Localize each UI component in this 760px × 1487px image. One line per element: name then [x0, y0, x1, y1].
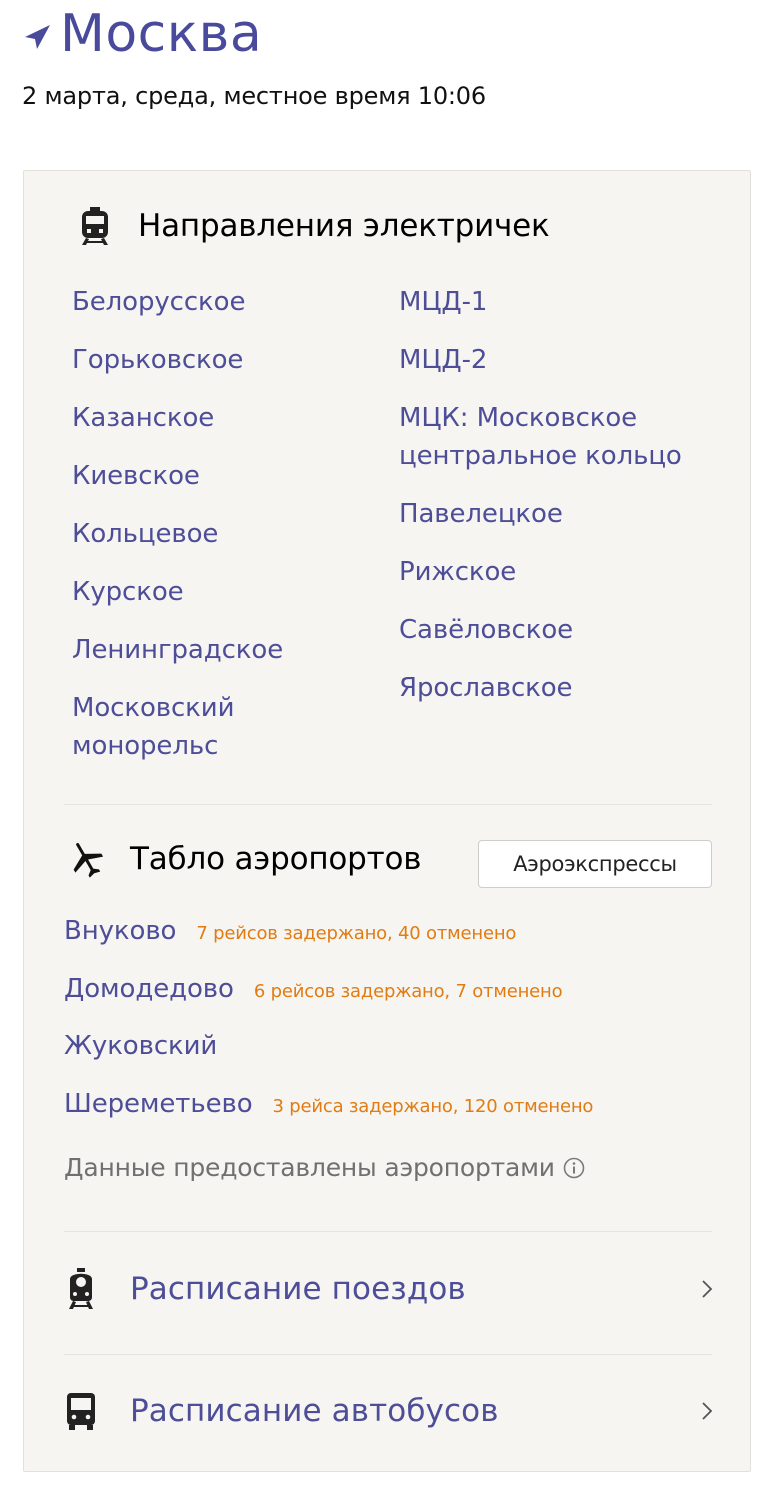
- airport-link-sheremetyevo[interactable]: Шереметьево: [64, 1089, 253, 1119]
- direction-link-leningradskoe[interactable]: Ленинградское: [72, 631, 283, 669]
- buses-schedule-link[interactable]: Расписание автобусов: [64, 1381, 714, 1441]
- direction-link-kurskoe[interactable]: Курское: [72, 573, 283, 611]
- airport-status-vnukovo: 7 рейсов задержано, 40 отменено: [196, 923, 517, 944]
- airports-header: Табло аэропортов: [66, 839, 422, 879]
- chevron-right-icon: [702, 1280, 713, 1298]
- direction-link-paveletskoe[interactable]: Павелецкое: [399, 495, 699, 533]
- directions-title: Направления электричек: [138, 208, 550, 244]
- directions-column-left: Белорусское Горьковское Казанское Киевск…: [72, 283, 283, 785]
- data-source-text: Данные предоставлены аэропортами: [64, 1153, 555, 1182]
- location-arrow-icon[interactable]: [22, 22, 52, 52]
- transport-card: Направления электричек Белорусское Горьк…: [23, 170, 751, 1472]
- airplane-icon: [73, 843, 104, 878]
- info-icon[interactable]: [563, 1157, 585, 1179]
- direction-link-yaroslavskoe[interactable]: Ярославское: [399, 669, 699, 707]
- airport-row: Жуковский: [64, 1031, 217, 1061]
- chevron-right-icon: [702, 1402, 713, 1420]
- buses-schedule-label: Расписание автобусов: [130, 1393, 499, 1429]
- bus-icon: [67, 1393, 95, 1430]
- airport-row: Шереметьево 3 рейса задержано, 120 отмен…: [64, 1089, 593, 1119]
- section-divider: [64, 1231, 712, 1232]
- data-source-note: Данные предоставлены аэропортами: [64, 1153, 585, 1182]
- train-icon: [69, 1268, 93, 1309]
- section-divider: [64, 804, 712, 805]
- trains-schedule-label: Расписание поездов: [130, 1271, 466, 1307]
- airport-link-domodedovo[interactable]: Домодедово: [64, 974, 234, 1004]
- directions-header: Направления электричек: [78, 206, 550, 246]
- airports-title: Табло аэропортов: [130, 841, 422, 877]
- airport-status-sheremetyevo: 3 рейса задержано, 120 отменено: [272, 1096, 594, 1117]
- city-header: Москва: [22, 4, 262, 64]
- aeroexpress-button[interactable]: Аэроэкспрессы: [478, 840, 712, 888]
- date-time-line: 2 марта, среда, местное время 10:06: [22, 82, 486, 110]
- direction-link-mcd1[interactable]: МЦД-1: [399, 283, 699, 321]
- direction-link-koltsevoe[interactable]: Кольцевое: [72, 515, 283, 553]
- trains-schedule-link[interactable]: Расписание поездов: [64, 1259, 714, 1319]
- direction-link-monorail[interactable]: Московский монорельс: [72, 689, 272, 765]
- airport-row: Внуково 7 рейсов задержано, 40 отменено: [64, 916, 516, 946]
- section-divider: [64, 1354, 712, 1355]
- directions-column-right: МЦД-1 МЦД-2 МЦК: Московское центральное …: [399, 283, 699, 727]
- airport-row: Домодедово 6 рейсов задержано, 7 отменен…: [64, 974, 563, 1004]
- direction-link-savelovskoe[interactable]: Савёловское: [399, 611, 699, 649]
- direction-link-mck[interactable]: МЦК: Московское центральное кольцо: [399, 399, 699, 475]
- direction-link-mcd2[interactable]: МЦД-2: [399, 341, 699, 379]
- direction-link-kievskoe[interactable]: Киевское: [72, 457, 283, 495]
- airport-link-zhukovsky[interactable]: Жуковский: [64, 1031, 217, 1061]
- suburban-train-icon: [82, 207, 108, 245]
- airport-status-domodedovo: 6 рейсов задержано, 7 отменено: [253, 981, 563, 1002]
- direction-link-rizhskoe[interactable]: Рижское: [399, 553, 699, 591]
- city-name[interactable]: Москва: [60, 4, 262, 64]
- direction-link-belorusskoe[interactable]: Белорусское: [72, 283, 283, 321]
- direction-link-gorkovskoe[interactable]: Горьковское: [72, 341, 283, 379]
- airport-link-vnukovo[interactable]: Внуково: [64, 916, 176, 946]
- direction-link-kazanskoe[interactable]: Казанское: [72, 399, 283, 437]
